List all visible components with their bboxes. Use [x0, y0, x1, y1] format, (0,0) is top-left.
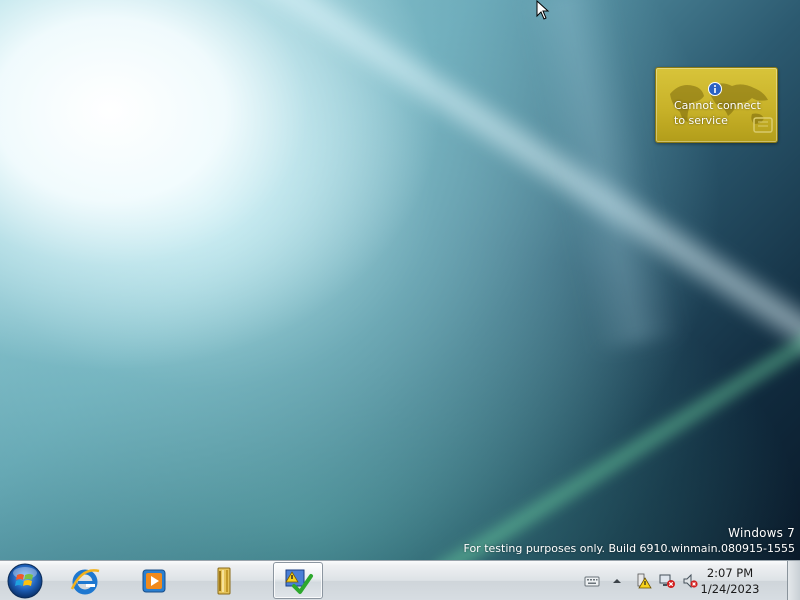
mouse-pointer-icon — [536, 0, 550, 20]
volume-muted-icon[interactable] — [682, 573, 698, 589]
internet-explorer-icon — [70, 568, 100, 594]
watermark-build-string: For testing purposes only. Build 6910.wi… — [463, 542, 795, 555]
gadget-status-message: Cannot connect to service — [674, 99, 761, 127]
action-center-warning-icon[interactable] — [636, 573, 652, 589]
start-button[interactable] — [6, 563, 44, 599]
taskbar-file-explorer[interactable] — [199, 562, 249, 599]
windows-start-orb-icon — [7, 563, 43, 599]
show-desktop-button[interactable] — [787, 561, 800, 600]
wallpaper-light-streak — [222, 0, 800, 364]
taskbar-internet-explorer[interactable] — [60, 562, 110, 599]
keyboard-icon[interactable] — [584, 573, 600, 589]
show-hidden-icons-chevron-icon[interactable] — [609, 573, 625, 589]
taskbar-action-center-window[interactable] — [273, 562, 323, 599]
watermark-title: Windows 7 — [728, 526, 795, 540]
os-watermark: Windows 7 For testing purposes only. Bui… — [464, 525, 795, 557]
action-center-flag-icon — [285, 569, 313, 594]
clock-date: 1/24/2023 — [700, 582, 760, 596]
notification-area: 2:07 PM 1/24/2023 — [584, 561, 784, 600]
media-player-icon — [142, 569, 166, 592]
taskbar-media-player[interactable] — [129, 562, 179, 599]
wallpaper-soft-streak — [520, 0, 683, 353]
info-icon — [708, 82, 722, 96]
taskbar-clock[interactable]: 2:07 PM 1/24/2023 — [700, 565, 760, 597]
clock-time: 2:07 PM — [706, 566, 754, 580]
desktop[interactable]: Cannot connect to service Windows 7 For … — [0, 0, 800, 560]
libraries-folder-icon — [217, 567, 231, 594]
taskbar: 2:07 PM 1/24/2023 — [0, 560, 800, 600]
wallpaper-green-streak — [430, 284, 800, 560]
network-error-icon[interactable] — [659, 573, 675, 589]
